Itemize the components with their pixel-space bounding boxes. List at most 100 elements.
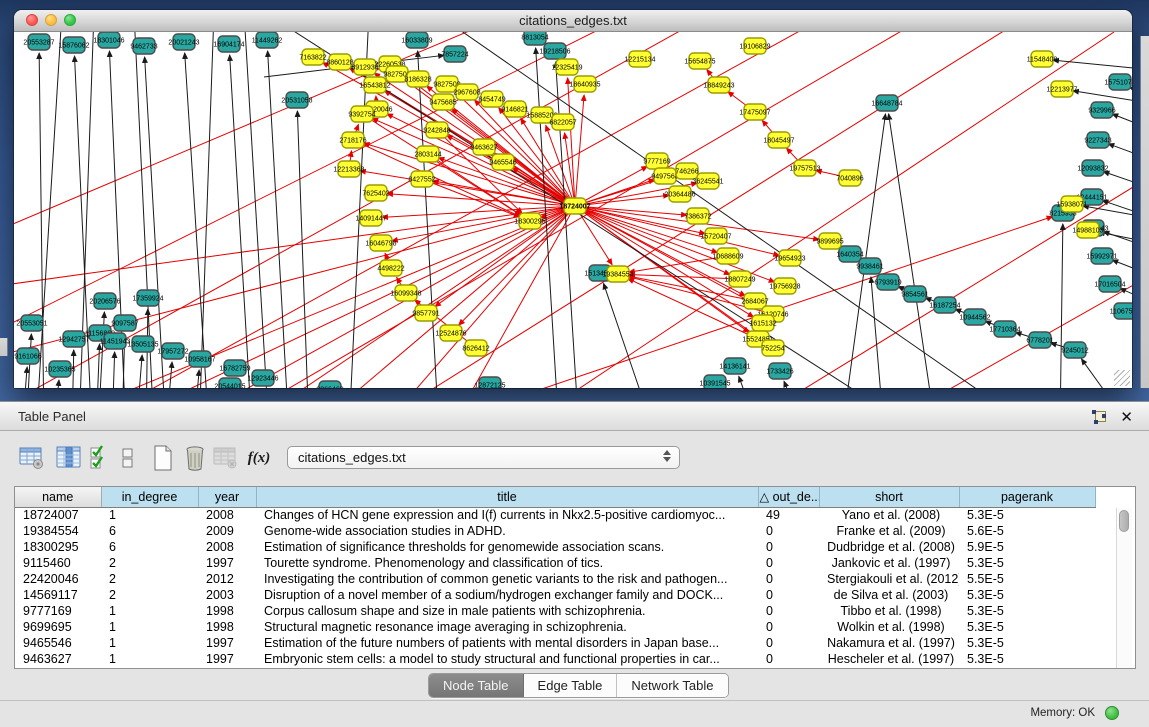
table-row[interactable]: 946554611997Estimation of the future num… [15, 635, 1095, 651]
attribute-table[interactable]: namein_degreeyeartitle△ out_de...shortpa… [15, 487, 1096, 667]
close-window-button[interactable] [26, 14, 38, 26]
graph-node[interactable]: 20553287 [23, 34, 54, 50]
graph-node[interactable]: 16033809 [401, 32, 432, 48]
graph-node[interactable]: 16187254 [929, 297, 960, 313]
tab-node-table[interactable]: Node Table [429, 674, 524, 697]
graph-node[interactable]: 18849243 [703, 77, 734, 93]
graph-node[interactable]: 8626412 [462, 340, 489, 356]
table-source-select[interactable]: citations_edges.txt [287, 446, 680, 469]
graph-node[interactable]: 12325419 [551, 59, 582, 75]
table-row[interactable]: 1938455462009Genome-wide association stu… [15, 523, 1095, 539]
graph-node[interactable]: 8813054 [521, 32, 548, 45]
graph-node[interactable]: 14091447 [355, 210, 386, 226]
close-panel-icon[interactable]: ✕ [1120, 410, 1133, 425]
show-column-button[interactable] [55, 443, 83, 473]
graph-node[interactable]: 17016504 [1094, 276, 1125, 292]
graph-node[interactable]: 12942757 [58, 331, 89, 347]
graph-node[interactable]: 7857224 [441, 46, 468, 62]
graph-node[interactable]: 17710364 [989, 321, 1020, 337]
graph-node[interactable]: 9146821 [501, 101, 528, 117]
table-row[interactable]: 1872400712008Changes of HCN gene express… [15, 507, 1095, 523]
graph-node[interactable]: 15938071 [1056, 196, 1087, 212]
table-row[interactable]: 977716911998Corpus callosum shape and si… [15, 603, 1095, 619]
graph-node[interactable]: 18301046 [93, 32, 124, 48]
graph-node[interactable]: 20021243 [168, 34, 199, 50]
graph-node[interactable]: 9227343 [1084, 132, 1111, 148]
graph-node[interactable]: 16046798 [365, 235, 396, 251]
graph-node[interactable]: 8186328 [404, 71, 431, 87]
tab-edge-table[interactable]: Edge Table [524, 674, 618, 697]
graph-node[interactable]: 14988103 [1072, 222, 1103, 238]
graph-node[interactable]: 746266 [675, 163, 698, 179]
new-column-button[interactable] [149, 443, 177, 473]
select-columns-button[interactable] [88, 443, 110, 473]
tab-network-table[interactable]: Network Table [617, 674, 727, 697]
minimize-window-button[interactable] [45, 14, 57, 26]
graph-node[interactable]: 4498222 [377, 260, 404, 276]
graph-node[interactable]: 18045497 [763, 132, 794, 148]
graph-node[interactable]: 9242848 [423, 122, 450, 138]
graph-node[interactable]: 18724007 [559, 198, 590, 214]
graph-node[interactable]: 9854561 [901, 286, 928, 302]
graph-node[interactable]: 10944562 [959, 309, 990, 325]
graph-node[interactable]: 19757513 [789, 160, 820, 176]
graph-node[interactable]: 15654875 [684, 53, 715, 69]
resize-grip-icon[interactable] [1114, 370, 1130, 386]
graph-node[interactable]: 6793919 [874, 274, 901, 290]
graph-node[interactable]: 12923446 [247, 370, 278, 386]
graph-node[interactable]: 19756928 [769, 278, 800, 294]
graph-node[interactable]: 9857791 [412, 305, 439, 321]
table-mode-button[interactable] [18, 443, 46, 473]
delete-table-button-disabled[interactable] [212, 443, 240, 473]
row-height-button[interactable] [119, 443, 137, 473]
table-row[interactable]: 946362711997Embryonic stem cells: a mode… [15, 651, 1095, 667]
graph-node[interactable]: 12524876 [435, 325, 466, 341]
graph-node[interactable]: 16543812 [359, 77, 390, 93]
table-row[interactable]: 911546021997Tourette syndrome. Phenomeno… [15, 555, 1095, 571]
graph-node[interactable]: 15720407 [700, 228, 731, 244]
graph-node[interactable]: 13505135 [127, 336, 158, 352]
graph-node[interactable]: 9097587 [111, 315, 138, 331]
graph-node[interactable]: 19384554 [602, 266, 633, 282]
graph-node[interactable]: 18807249 [724, 271, 755, 287]
table-row[interactable]: 1830029562008Estimation of significance … [15, 539, 1095, 555]
graph-node[interactable]: 15876062 [58, 37, 89, 53]
memory-status-indicator[interactable] [1105, 706, 1119, 720]
column-header-short[interactable]: short [819, 487, 959, 507]
delete-column-button[interactable] [181, 443, 209, 473]
graph-node[interactable]: 18640935 [569, 76, 600, 92]
graph-node[interactable]: 16904174 [213, 36, 244, 52]
graph-node[interactable]: 19218506 [539, 43, 570, 59]
graph-node[interactable]: 15751074 [1104, 74, 1132, 90]
graph-node[interactable]: 9161066 [14, 348, 41, 364]
table-row[interactable]: 969969511998Structural magnetic resonanc… [15, 619, 1095, 635]
graph-node[interactable]: 6822057 [549, 114, 576, 130]
graph-node[interactable]: 16099348 [390, 285, 421, 301]
column-header-pagerank[interactable]: pagerank [959, 487, 1095, 507]
graph-node[interactable]: 10391545 [699, 375, 730, 388]
graph-node[interactable]: 9938461 [856, 258, 883, 274]
float-panel-icon[interactable] [1092, 410, 1106, 424]
graph-node[interactable]: 752254 [761, 340, 784, 356]
graph-node[interactable]: 9465546 [489, 154, 516, 170]
graph-node[interactable]: 9066468 [316, 381, 343, 388]
scrollbar-thumb[interactable] [1119, 510, 1129, 532]
column-header-name[interactable]: name [15, 487, 101, 507]
graph-node[interactable]: 10958167 [184, 351, 215, 367]
graph-node[interactable]: 9245012 [1061, 342, 1088, 358]
graph-node[interactable]: 12213363 [333, 161, 364, 177]
column-header-out_de[interactable]: △ out_de... [758, 487, 819, 507]
column-header-year[interactable]: year [198, 487, 256, 507]
graph-node[interactable]: 17475097 [739, 104, 770, 120]
graph-node[interactable]: 9392754 [348, 106, 375, 122]
graph-node[interactable]: 20206576 [89, 293, 120, 309]
graph-node[interactable]: 2967608 [453, 84, 480, 100]
graph-node[interactable]: 11449262 [252, 32, 283, 48]
graph-node[interactable]: 10235365 [44, 361, 75, 377]
graph-node[interactable]: 7040896 [836, 170, 863, 186]
background-window-sliver-left[interactable] [0, 338, 8, 356]
table-vertical-scrollbar[interactable] [1116, 508, 1132, 668]
graph-node[interactable]: 2718176 [339, 132, 366, 148]
graph-node[interactable]: 12093832 [1077, 160, 1108, 176]
graph-node[interactable]: 20544015 [214, 378, 245, 388]
